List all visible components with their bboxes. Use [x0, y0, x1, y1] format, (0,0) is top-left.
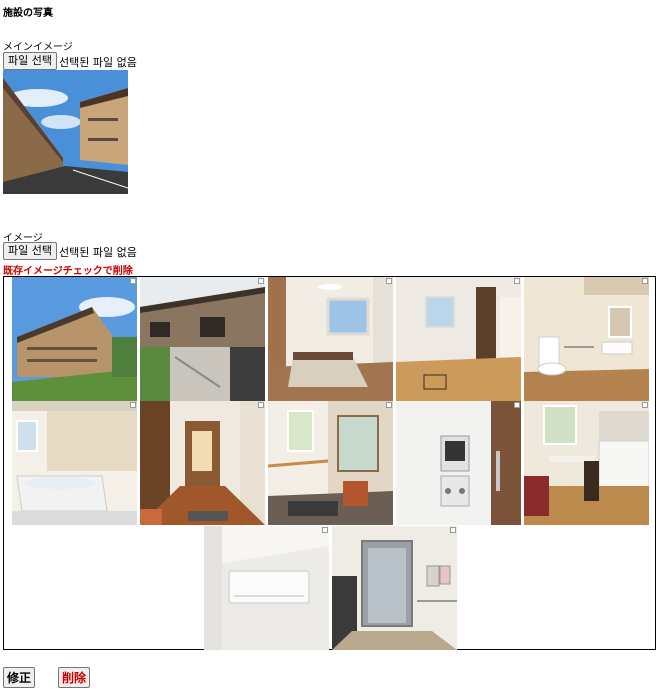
gallery-photo-toilet: [524, 277, 649, 401]
gallery-photo-entrance: [268, 401, 393, 525]
gallery-photo-bathroom: [12, 401, 137, 525]
image-gallery: [3, 276, 656, 650]
main-image-file-status: 선택된 파일 없음: [59, 56, 137, 69]
gallery-photo-dining: [524, 401, 649, 525]
delete-checkbox[interactable]: [514, 278, 520, 284]
main-image-label: メインイメージ: [3, 42, 73, 53]
images-file-status: 선택된 파일 없음: [59, 246, 137, 259]
delete-checkbox[interactable]: [322, 527, 328, 533]
main-image-file-button[interactable]: 파일 선택: [3, 52, 57, 70]
main-image-preview: [3, 70, 129, 194]
gallery-photo-bedroom: [268, 277, 393, 401]
delete-checkbox[interactable]: [130, 278, 136, 284]
delete-checkbox[interactable]: [386, 402, 392, 408]
images-file-button[interactable]: 파일 선택: [3, 242, 57, 260]
delete-checkbox[interactable]: [130, 402, 136, 408]
gallery-photo-air-conditioner: [204, 526, 329, 650]
gallery-photo-intercom: [396, 401, 521, 525]
page-title: 施設の写真: [3, 8, 53, 19]
delete-button[interactable]: 削除: [58, 667, 91, 688]
gallery-photo-lobby: [332, 526, 457, 650]
delete-checkbox[interactable]: [258, 278, 264, 284]
delete-hint: 既存イメージチェックで削除: [3, 266, 133, 277]
delete-checkbox[interactable]: [642, 278, 648, 284]
main-building-photo: [3, 70, 129, 194]
gallery-photo-room: [396, 277, 521, 401]
edit-button[interactable]: 修正: [3, 667, 36, 688]
gallery-photo-hallway: [140, 401, 265, 525]
delete-checkbox[interactable]: [450, 527, 456, 533]
delete-checkbox[interactable]: [258, 402, 264, 408]
delete-checkbox[interactable]: [514, 402, 520, 408]
gallery-photo-exterior-2: [140, 277, 265, 401]
delete-checkbox[interactable]: [386, 278, 392, 284]
gallery-photo-exterior-1: [12, 277, 137, 401]
delete-checkbox[interactable]: [642, 402, 648, 408]
